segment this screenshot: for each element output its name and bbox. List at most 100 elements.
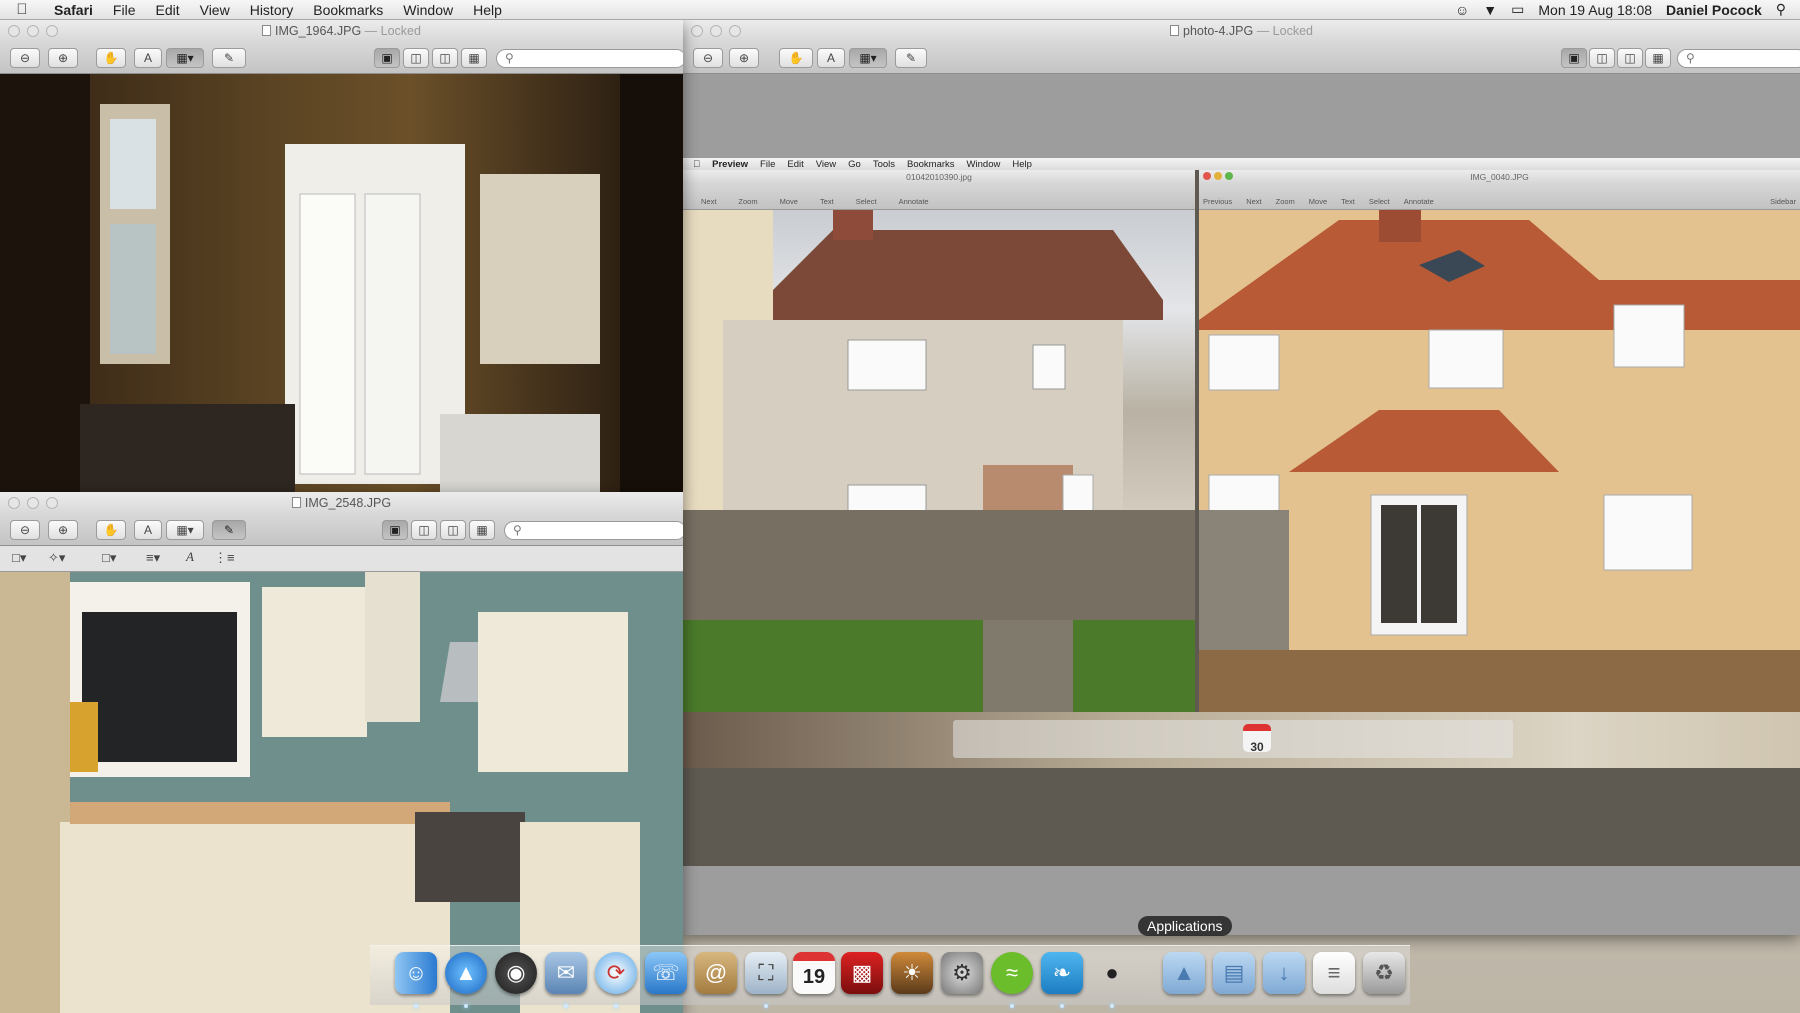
zoom-button[interactable] xyxy=(729,25,741,37)
shape-tool-icon[interactable]: □▾ xyxy=(12,550,26,566)
search-field[interactable]: ⚲ xyxy=(504,521,683,540)
battery-icon[interactable]: ▭ xyxy=(1511,1,1524,18)
annotate-pencil-icon[interactable]: ✎ xyxy=(895,48,927,68)
finder-icon[interactable]: ☺ xyxy=(395,952,437,994)
title-bar[interactable]: IMG_1964.JPG — Locked xyxy=(0,20,683,42)
adium-icon[interactable]: ● xyxy=(1091,952,1133,994)
search-field[interactable]: ⚲ xyxy=(1677,49,1800,68)
spotify-icon[interactable]: ≈ xyxy=(991,952,1033,994)
inner-r-label-sidebar: Sidebar xyxy=(1770,197,1796,206)
twitter-icon[interactable]: ❧ xyxy=(1041,952,1083,994)
adium-status-icon[interactable]: ☺ xyxy=(1455,2,1469,18)
photo-booth-icon[interactable]: ▩ xyxy=(841,952,883,994)
menu-app-name[interactable]: Safari xyxy=(44,2,103,18)
list-icon[interactable]: ⋮≡ xyxy=(214,550,235,566)
annotate-pencil-icon[interactable]: ✎ xyxy=(212,48,246,68)
view-contact-sheet-icon[interactable]: ▦ xyxy=(1645,48,1671,68)
inner-menu-go: Go xyxy=(841,158,861,170)
minimize-button[interactable] xyxy=(710,25,722,37)
inner-r-label-select: Select xyxy=(1368,197,1390,206)
close-button[interactable] xyxy=(8,497,20,509)
minimize-button[interactable] xyxy=(27,25,39,37)
view-contact-sheet-icon[interactable]: ▦ xyxy=(469,520,495,540)
zoom-in-button[interactable]: ⊕ xyxy=(48,48,78,68)
view-single-icon[interactable]: ▣ xyxy=(1561,48,1587,68)
text-tool-icon[interactable]: A xyxy=(817,48,845,68)
app-store-icon[interactable]: ▲ xyxy=(445,952,487,994)
close-button[interactable] xyxy=(691,25,703,37)
facetime-icon[interactable]: ☏ xyxy=(645,952,687,994)
inner-menu-edit: Edit xyxy=(780,158,803,170)
zoom-in-button[interactable]: ⊕ xyxy=(729,48,759,68)
dashboard-icon[interactable]: ◉ xyxy=(495,952,537,994)
select-tool-icon[interactable]: ▦▾ xyxy=(166,520,204,540)
mail-icon[interactable]: ✉ xyxy=(545,952,587,994)
text-tool-icon[interactable]: A xyxy=(134,520,162,540)
notes-stack-icon[interactable]: ≡ xyxy=(1313,952,1355,994)
locked-label[interactable]: — Locked xyxy=(1257,24,1313,38)
border-color-icon[interactable]: □▾ xyxy=(102,550,116,566)
zoom-out-button[interactable]: ⊖ xyxy=(10,48,40,68)
wifi-icon[interactable]: ▼ xyxy=(1483,2,1497,18)
zoom-button[interactable] xyxy=(46,497,58,509)
applications-folder-icon[interactable]: ▲ xyxy=(1163,952,1205,994)
spotlight-search-icon[interactable]: ⚲ xyxy=(1776,1,1786,18)
iphoto-icon[interactable]: ☀ xyxy=(891,952,933,994)
font-style-icon[interactable]: A xyxy=(186,549,194,565)
preview-icon[interactable]: ⛶ xyxy=(745,952,787,994)
view-sidebar-icon[interactable]: ◫ xyxy=(1589,48,1615,68)
zoom-in-button[interactable]: ⊕ xyxy=(48,520,78,540)
menu-help[interactable]: Help xyxy=(463,2,512,18)
select-tool-icon[interactable]: ▦▾ xyxy=(849,48,887,68)
trash-icon[interactable]: ♻ xyxy=(1363,952,1405,994)
locked-label[interactable]: — Locked xyxy=(365,24,421,38)
contacts-icon[interactable]: @ xyxy=(695,952,737,994)
hand-tool-icon[interactable]: ✋ xyxy=(96,48,126,68)
user-name[interactable]: Daniel Pocock xyxy=(1666,2,1762,18)
view-sidebar-icon[interactable]: ◫ xyxy=(411,520,437,540)
line-style-icon[interactable]: ≡▾ xyxy=(146,550,160,566)
menu-window[interactable]: Window xyxy=(393,2,463,18)
view-sidebar-icon[interactable]: ◫ xyxy=(403,48,429,68)
safari-icon[interactable]: ⟳ xyxy=(595,952,637,994)
downloads-folder-icon[interactable]: ↓ xyxy=(1263,952,1305,994)
inner-r-label-annotate: Annotate xyxy=(1403,197,1434,206)
preview-window-photo-4: photo-4.JPG — Locked ⊖ ⊕ ✋ A ▦▾ ✎ ▣ ◫ ◫ … xyxy=(683,20,1800,935)
zoom-out-button[interactable]: ⊖ xyxy=(693,48,723,68)
view-two-page-icon[interactable]: ◫ xyxy=(432,48,458,68)
view-single-icon[interactable]: ▣ xyxy=(382,520,408,540)
window-controls xyxy=(8,25,58,37)
documents-folder-icon[interactable]: ▤ xyxy=(1213,952,1255,994)
inner-menu-tools: Tools xyxy=(865,158,895,170)
view-two-page-icon[interactable]: ◫ xyxy=(440,520,466,540)
inner-dock-shelf xyxy=(953,720,1513,758)
menu-history[interactable]: History xyxy=(240,2,304,18)
inner-left-toolbar: Next Zoom Move Text Select Annotate xyxy=(683,184,1195,210)
apple-menu-icon[interactable]:  xyxy=(0,1,44,18)
view-contact-sheet-icon[interactable]: ▦ xyxy=(461,48,487,68)
hand-tool-icon[interactable]: ✋ xyxy=(779,48,813,68)
house-before-photo xyxy=(683,210,1195,712)
close-button[interactable] xyxy=(8,25,20,37)
system-preferences-icon[interactable]: ⚙ xyxy=(941,952,983,994)
adjust-tool-icon[interactable]: ✧▾ xyxy=(48,550,65,566)
view-two-page-icon[interactable]: ◫ xyxy=(1617,48,1643,68)
menu-file[interactable]: File xyxy=(103,2,146,18)
search-field[interactable]: ⚲ xyxy=(496,49,683,68)
text-tool-icon[interactable]: A xyxy=(134,48,162,68)
view-single-icon[interactable]: ▣ xyxy=(374,48,400,68)
select-tool-icon[interactable]: ▦▾ xyxy=(166,48,204,68)
menu-edit[interactable]: Edit xyxy=(145,2,189,18)
hand-tool-icon[interactable]: ✋ xyxy=(96,520,126,540)
title-bar[interactable]: photo-4.JPG — Locked xyxy=(683,20,1800,42)
menu-view[interactable]: View xyxy=(190,2,240,18)
minimize-button[interactable] xyxy=(27,497,39,509)
menu-bookmarks[interactable]: Bookmarks xyxy=(303,2,393,18)
calendar-icon[interactable]: 19 xyxy=(793,952,835,994)
zoom-out-button[interactable]: ⊖ xyxy=(10,520,40,540)
zoom-button[interactable] xyxy=(46,25,58,37)
annotate-pencil-icon[interactable]: ✎ xyxy=(212,520,246,540)
clock[interactable]: Mon 19 Aug 18:08 xyxy=(1538,2,1652,18)
title-bar[interactable]: IMG_2548.JPG xyxy=(0,492,683,514)
window-controls xyxy=(691,25,741,37)
